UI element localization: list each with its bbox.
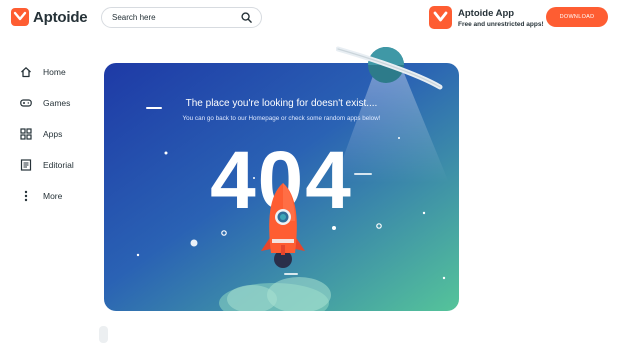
promo-text: Aptoide App Free and unrestricted apps! [458, 8, 544, 28]
sidebar-item-label: Games [43, 97, 71, 108]
sidebar-nav: Home Games Apps Editorial More [20, 56, 90, 211]
apps-grid-icon [20, 127, 32, 140]
sidebar-item-editorial[interactable]: Editorial [20, 149, 90, 180]
sidebar-item-more[interactable]: More [20, 180, 90, 211]
search-bar[interactable] [101, 7, 262, 28]
sidebar-item-label: Apps [43, 128, 63, 139]
editorial-icon [20, 158, 32, 171]
promo-subtitle: Free and unrestricted apps! [458, 20, 544, 28]
sidebar-item-apps[interactable]: Apps [20, 118, 90, 149]
sidebar-item-games[interactable]: Games [20, 87, 90, 118]
more-vertical-icon [20, 190, 32, 202]
download-button[interactable]: DOWNLOAD [546, 7, 608, 27]
aptoide-app-icon [429, 6, 452, 29]
aptoide-logo-icon [11, 8, 29, 26]
search-icon[interactable] [241, 12, 252, 23]
planet-icon [336, 46, 443, 90]
gamepad-icon [20, 97, 32, 109]
rocket-icon [261, 183, 305, 268]
logo-text: Aptoide [33, 8, 88, 26]
sidebar-item-label: Editorial [43, 159, 74, 170]
home-icon [20, 66, 32, 78]
app-promo[interactable]: Aptoide App Free and unrestricted apps! [429, 6, 544, 29]
error-subtitle: You can go back to our Homepage or check… [182, 115, 381, 122]
promo-title: Aptoide App [458, 7, 515, 19]
sidebar-item-label: Home [43, 66, 66, 77]
scrollbar-thumb[interactable] [99, 326, 108, 343]
sidebar-item-label: More [43, 190, 63, 201]
sidebar-item-home[interactable]: Home [20, 56, 90, 87]
aptoide-logo[interactable]: Aptoide [11, 8, 88, 26]
search-input[interactable] [112, 13, 232, 22]
